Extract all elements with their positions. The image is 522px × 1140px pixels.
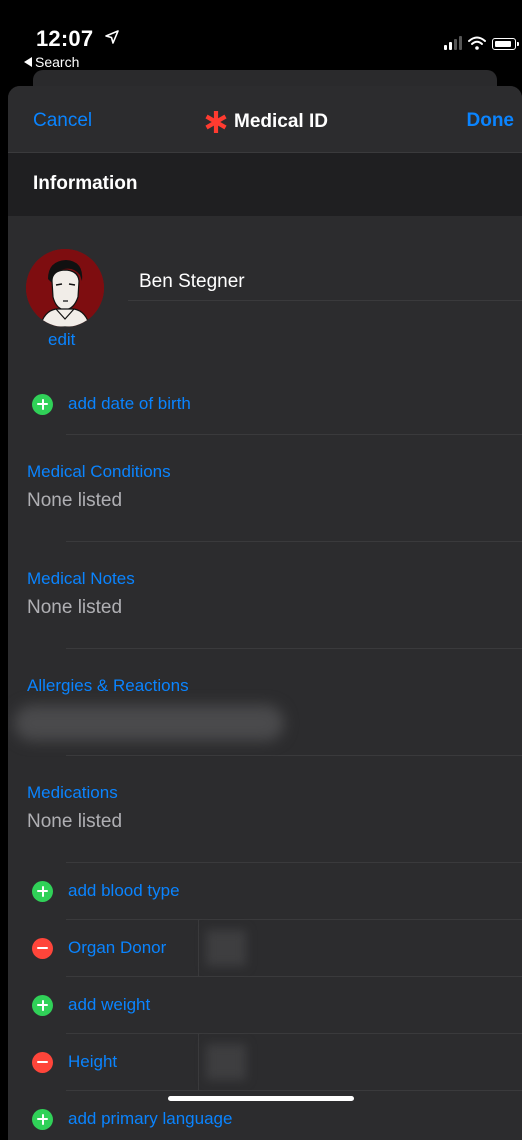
profile-section: edit Ben Stegner — [8, 216, 522, 374]
medical-conditions-value: None listed — [27, 490, 123, 511]
back-label: Search — [35, 54, 80, 70]
screen: 12:07 Search Cancel Medical ID Done Info… — [8, 8, 522, 1140]
home-indicator[interactable] — [168, 1096, 354, 1101]
remove-icon[interactable] — [32, 1051, 53, 1073]
organ-donor-row[interactable]: Organ Donor — [8, 920, 522, 976]
height-row[interactable]: Height — [8, 1034, 522, 1090]
back-to-search[interactable]: Search — [24, 54, 79, 70]
status-time: 12:07 — [36, 26, 94, 51]
cancel-button[interactable]: Cancel — [33, 110, 92, 132]
primary-language-label: add primary language — [68, 1109, 233, 1128]
add-date-of-birth-row[interactable]: add date of birth — [8, 374, 522, 434]
cellular-signal-icon — [444, 36, 462, 50]
information-header: Information — [8, 153, 522, 216]
add-icon — [32, 880, 53, 902]
medical-id-sheet: Cancel Medical ID Done Information edit … — [8, 86, 522, 1140]
medical-notes-label: Medical Notes — [27, 569, 135, 588]
blood-type-label: add blood type — [68, 881, 180, 900]
medical-conditions-field[interactable]: Medical Conditions None listed — [8, 435, 522, 541]
battery-icon — [492, 38, 519, 50]
height-value-redacted — [206, 1044, 246, 1080]
wifi-icon — [468, 36, 486, 50]
dob-label: add date of birth — [68, 394, 191, 413]
add-weight-row[interactable]: add weight — [8, 977, 522, 1033]
back-triangle-icon — [24, 57, 32, 67]
medical-notes-field[interactable]: Medical Notes None listed — [8, 542, 522, 648]
allergies-value-redacted — [14, 705, 284, 741]
medications-value: None listed — [27, 811, 123, 832]
height-label: Height — [68, 1052, 118, 1071]
organ-donor-label: Organ Donor — [68, 938, 167, 957]
add-icon — [32, 393, 53, 415]
organ-donor-value-redacted — [206, 930, 246, 966]
name-divider — [128, 300, 522, 301]
medications-label: Medications — [27, 783, 118, 802]
page-title: Medical ID — [204, 110, 328, 134]
column-divider — [198, 920, 199, 976]
edit-photo-link[interactable]: edit — [48, 330, 75, 350]
medical-notes-value: None listed — [27, 597, 123, 618]
medical-asterisk-icon — [205, 111, 227, 133]
add-icon — [32, 1108, 53, 1130]
add-icon — [32, 994, 53, 1016]
weight-label: add weight — [68, 995, 151, 1014]
navigation-bar: Cancel Medical ID Done — [8, 86, 522, 153]
remove-icon[interactable] — [32, 937, 53, 959]
name-field[interactable]: Ben Stegner — [139, 271, 245, 293]
avatar-portrait — [26, 249, 104, 327]
done-button[interactable]: Done — [467, 110, 515, 132]
add-blood-type-row[interactable]: add blood type — [8, 863, 522, 919]
allergies-label: Allergies & Reactions — [27, 676, 189, 695]
medical-conditions-label: Medical Conditions — [27, 462, 171, 481]
title-text: Medical ID — [234, 111, 328, 132]
allergies-field[interactable]: Allergies & Reactions — [8, 649, 522, 755]
column-divider — [198, 1034, 199, 1090]
medications-field[interactable]: Medications None listed — [8, 756, 522, 862]
avatar[interactable] — [26, 249, 104, 327]
status-icons — [444, 34, 519, 50]
location-arrow-icon — [105, 30, 119, 44]
